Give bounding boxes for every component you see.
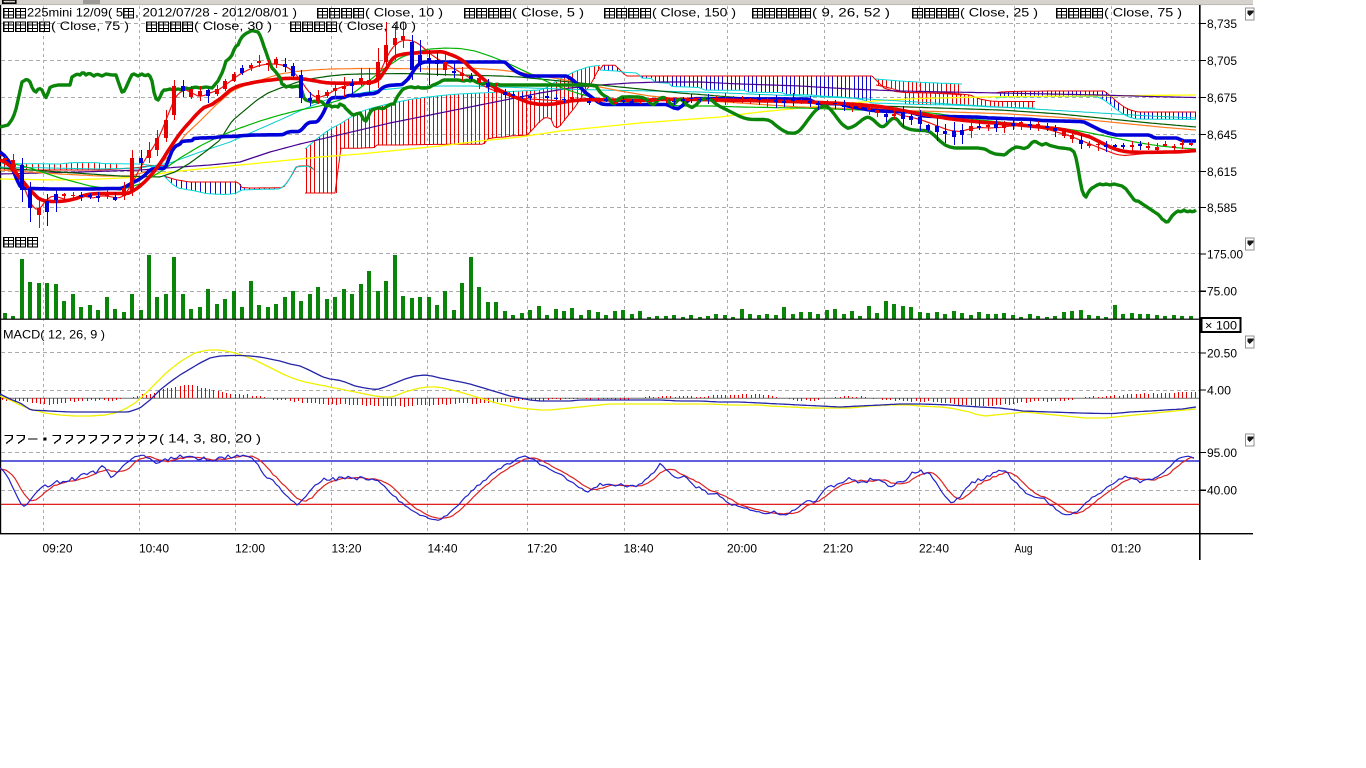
- svg-text:10:40: 10:40: [139, 542, 169, 556]
- svg-text:4.00: 4.00: [1207, 383, 1231, 397]
- svg-text:( Close, 30 ): ( Close, 30 ): [194, 19, 272, 33]
- svg-text:( Close, 75 ): ( Close, 75 ): [1104, 6, 1182, 20]
- svg-text:14:40: 14:40: [428, 542, 458, 556]
- svg-text:8,735: 8,735: [1207, 17, 1237, 31]
- svg-text:× 100: × 100: [1205, 321, 1237, 333]
- svg-text:8,675: 8,675: [1207, 91, 1237, 105]
- svg-text:( 9, 26, 52 ): ( 9, 26, 52 ): [812, 6, 890, 20]
- svg-text:20:00: 20:00: [727, 542, 757, 556]
- svg-text:175.00: 175.00: [1207, 247, 1243, 261]
- svg-text:( Close, 25 ): ( Close, 25 ): [960, 6, 1038, 20]
- svg-text:17:20: 17:20: [527, 542, 557, 556]
- svg-text:Aug: Aug: [1015, 542, 1033, 556]
- svg-text:21:20: 21:20: [823, 542, 853, 556]
- svg-text:18:40: 18:40: [624, 542, 654, 556]
- svg-text:40.00: 40.00: [1207, 484, 1237, 498]
- svg-text:75.00: 75.00: [1207, 285, 1237, 299]
- svg-text:, 2012/07/28 - 2012/08/01 ): , 2012/07/28 - 2012/08/01 ): [135, 6, 297, 20]
- svg-text:( 14, 3, 80, 20 ): ( 14, 3, 80, 20 ): [159, 432, 261, 446]
- svg-text:01:20: 01:20: [1111, 542, 1141, 556]
- svg-text:225mini 12/09( 5: 225mini 12/09( 5: [27, 6, 123, 20]
- svg-text:20.50: 20.50: [1207, 346, 1237, 360]
- svg-text:09:20: 09:20: [43, 542, 73, 556]
- svg-text:22:40: 22:40: [919, 542, 949, 556]
- svg-text:13:20: 13:20: [332, 542, 362, 556]
- svg-text:8,645: 8,645: [1207, 128, 1237, 142]
- svg-text:8,585: 8,585: [1207, 201, 1237, 215]
- svg-text:8,615: 8,615: [1207, 165, 1237, 179]
- svg-text:MACD( 12, 26, 9 ): MACD( 12, 26, 9 ): [3, 328, 105, 342]
- svg-text:( Close, 10 ): ( Close, 10 ): [365, 6, 443, 20]
- svg-text:95.00: 95.00: [1207, 446, 1237, 460]
- svg-text:12:00: 12:00: [235, 542, 265, 556]
- svg-text:( Close, 40 ): ( Close, 40 ): [338, 19, 416, 33]
- svg-text:( Close, 75 ): ( Close, 75 ): [51, 19, 129, 33]
- svg-text:( Close, 5 ): ( Close, 5 ): [512, 6, 584, 20]
- svg-text:8,705: 8,705: [1207, 54, 1237, 68]
- svg-text:( Close, 150 ): ( Close, 150 ): [652, 6, 736, 20]
